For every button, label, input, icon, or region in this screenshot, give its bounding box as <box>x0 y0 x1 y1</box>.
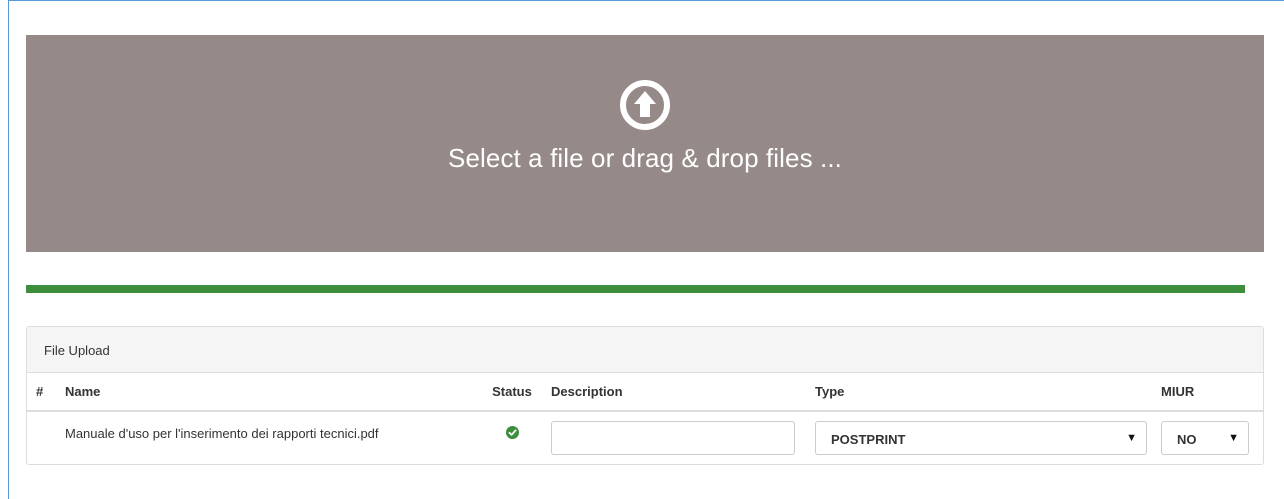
circle-arrow-up-icon <box>620 80 670 130</box>
status-cell <box>479 411 545 463</box>
file-upload-panel: File Upload # Name Status Description Ty… <box>26 326 1264 465</box>
type-select-value: POSTPRINT <box>831 432 906 447</box>
caret-down-icon: ▼ <box>1126 432 1137 444</box>
type-select[interactable]: POSTPRINT ▼ <box>815 421 1147 455</box>
row-index <box>27 411 59 463</box>
miur-select[interactable]: NO ▼ <box>1161 421 1249 455</box>
file-table: # Name Status Description Type MIUR Manu… <box>27 373 1263 463</box>
upload-progress-bar <box>26 285 1245 293</box>
dropzone-label: Select a file or drag & drop files ... <box>448 143 842 173</box>
col-header-status: Status <box>479 373 545 412</box>
col-header-hash: # <box>27 373 59 412</box>
col-header-type: Type <box>809 373 1155 412</box>
type-cell: POSTPRINT ▼ <box>809 411 1155 463</box>
col-header-name: Name <box>59 373 479 412</box>
description-cell <box>545 411 809 463</box>
caret-down-icon: ▼ <box>1228 432 1239 444</box>
miur-cell: NO ▼ <box>1155 411 1263 463</box>
file-dropzone[interactable]: Select a file or drag & drop files ... <box>26 35 1264 252</box>
miur-select-value: NO <box>1177 432 1197 447</box>
col-header-description: Description <box>545 373 809 412</box>
table-header-row: # Name Status Description Type MIUR <box>27 373 1263 412</box>
file-name: Manuale d'uso per l'inserimento dei rapp… <box>65 426 379 441</box>
check-circle-icon <box>505 426 519 439</box>
table-row: Manuale d'uso per l'inserimento dei rapp… <box>27 411 1263 463</box>
description-input[interactable] <box>551 421 795 455</box>
panel-title: File Upload <box>27 327 1263 373</box>
col-header-miur: MIUR <box>1155 373 1263 412</box>
